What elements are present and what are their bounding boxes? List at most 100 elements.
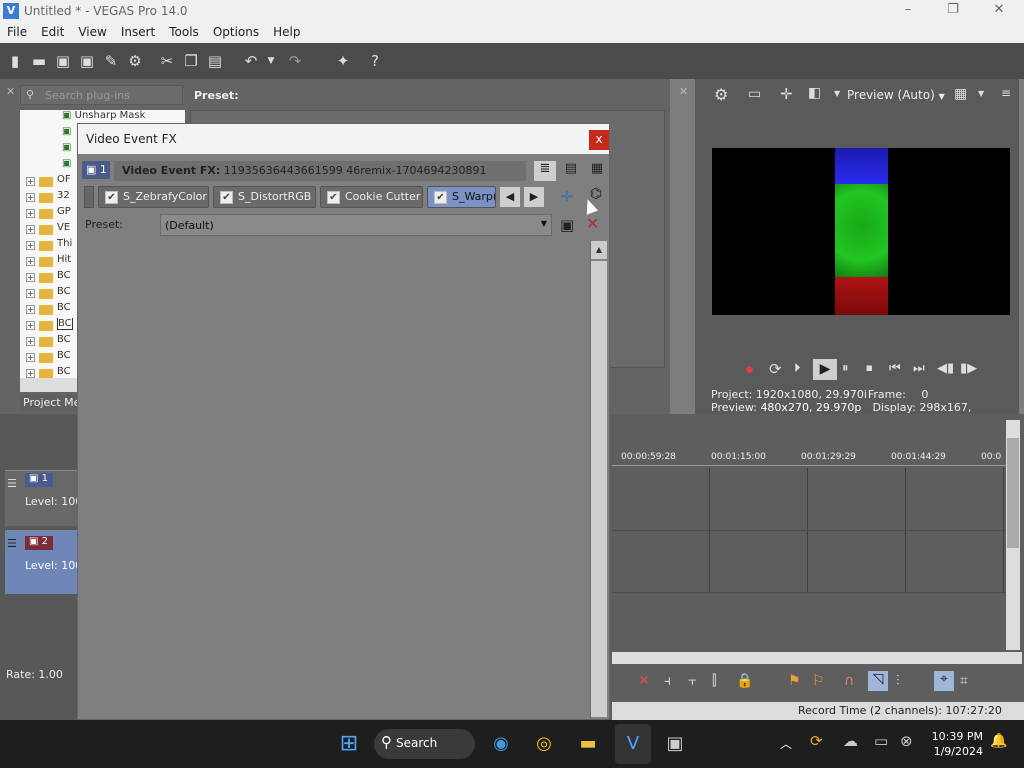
tray-sync-icon[interactable]: ⟳	[810, 732, 823, 750]
delete-icon[interactable]: ✕	[638, 673, 650, 689]
clock[interactable]: 10:39 PM 1/9/2024	[928, 729, 983, 759]
region-icon[interactable]: ⚐	[812, 673, 825, 689]
scroll-fx-left-icon[interactable]: ◀	[500, 187, 520, 207]
track-header-2[interactable]: ☰ ▣ 2 Level: 100	[5, 530, 82, 594]
edge-preview-icon[interactable]: ◉	[485, 728, 517, 760]
scroll-up-icon[interactable]: ▲	[591, 241, 607, 259]
plugin-manager-icon[interactable]: ✦	[334, 52, 352, 70]
undo-history-chevron-icon[interactable]: ▼	[262, 52, 280, 70]
notification-bell-icon[interactable]: 🔔	[990, 733, 1007, 749]
app-window-icon[interactable]: ▣	[659, 728, 691, 760]
track-collapse-icon[interactable]: ☰	[7, 537, 17, 550]
tray-cloud-icon[interactable]: ☁	[843, 732, 858, 750]
checkbox-checked-icon[interactable]: ✔	[105, 190, 118, 204]
save-preset-icon[interactable]: ▣	[560, 216, 574, 234]
preview-quality-dropdown[interactable]: Preview (Auto) ▼	[847, 88, 945, 102]
preset-dropdown[interactable]: (Default) ▼	[160, 214, 552, 236]
tray-chevron-up-icon[interactable]: ︿	[780, 735, 792, 752]
chrome-icon[interactable]: ◎	[528, 728, 560, 760]
delete-preset-icon[interactable]: ✕	[586, 214, 599, 233]
track-level-1[interactable]: Level: 100	[25, 495, 82, 508]
save-icon[interactable]: ▣	[54, 52, 72, 70]
paste-icon[interactable]: ▤	[206, 52, 224, 70]
preview-close-icon[interactable]: ✕	[679, 85, 688, 98]
minimize-button[interactable]: –	[893, 2, 923, 20]
tree-hscrollbar[interactable]	[20, 378, 77, 392]
grouping-icon[interactable]: ⫶	[896, 673, 900, 689]
timeline-ruler[interactable]: 00:00:59:28 00:01:15:00 00:01:29:29 00:0…	[612, 450, 1006, 466]
plugin-search-input[interactable]: Search plug-ins	[20, 85, 183, 105]
play-from-start-icon[interactable]: ⏵	[794, 361, 801, 376]
snap-magnet-icon[interactable]: ∩	[844, 673, 854, 689]
scroll-thumb[interactable]	[591, 261, 607, 717]
fx-chain-plugin-icon[interactable]: ✛	[560, 187, 573, 206]
menu-view[interactable]: View	[71, 23, 113, 39]
envelope-edit-icon[interactable]: ⌗	[960, 673, 968, 689]
play-button[interactable]: ▶	[813, 359, 837, 380]
fx-tab-zebrafy-color[interactable]: ✔ S_ZebrafyColor	[98, 186, 209, 208]
menu-tools[interactable]: Tools	[162, 23, 206, 39]
checkbox-checked-icon[interactable]: ✔	[220, 190, 233, 204]
dialog-vscrollbar[interactable]: ▲	[590, 241, 607, 719]
fx-tab-cookie-cutter[interactable]: ✔ Cookie Cutter	[320, 186, 423, 208]
undo-icon[interactable]: ↶	[242, 52, 260, 70]
view-grid-icon[interactable]: ▦	[586, 161, 608, 181]
preview-settings-gear-icon[interactable]: ⚙	[714, 85, 728, 104]
trim-start-icon[interactable]: ⫞	[664, 673, 671, 689]
help-icon[interactable]: ?	[366, 52, 384, 70]
preview-fx-icon[interactable]: ◧	[808, 85, 821, 101]
go-to-start-icon[interactable]: ⏮	[889, 361, 901, 376]
fx-tab-distort-rgb[interactable]: ✔ S_DistortRGB	[213, 186, 316, 208]
render-icon[interactable]: ✎	[102, 52, 120, 70]
split-screen-icon[interactable]: ✛	[780, 85, 793, 103]
menu-help[interactable]: Help	[266, 23, 307, 39]
new-project-icon[interactable]: ▮	[6, 52, 24, 70]
fx-tab-warp-selected[interactable]: ✔ S_Warp(	[427, 186, 496, 208]
file-explorer-icon[interactable]: ▬	[572, 728, 604, 760]
properties-gear-icon[interactable]: ⚙	[126, 52, 144, 70]
go-to-end-icon[interactable]: ⏭	[913, 361, 925, 376]
vegas-pro-taskbar-icon[interactable]: V	[615, 724, 651, 764]
checkbox-checked-icon[interactable]: ✔	[434, 190, 447, 204]
taskbar-search-box[interactable]: ⚲ Search	[374, 729, 475, 759]
menu-file[interactable]: File	[0, 23, 34, 39]
overlays-chevron-down-icon[interactable]: ▼	[978, 89, 984, 98]
preview-menu-icon[interactable]: ≡	[1001, 86, 1011, 100]
chain-start-handle[interactable]	[84, 186, 94, 208]
start-windows-icon[interactable]: ⊞	[333, 728, 365, 760]
stop-icon[interactable]: ⏹	[866, 361, 873, 376]
cut-icon[interactable]: ✂	[158, 52, 176, 70]
vscroll-thumb[interactable]	[1007, 438, 1019, 548]
menu-insert[interactable]: Insert	[114, 23, 162, 39]
split-icon[interactable]: ⫿	[712, 673, 716, 689]
track-collapse-icon[interactable]: ☰	[7, 477, 17, 490]
view-details-icon[interactable]: ▤	[560, 161, 582, 181]
redo-icon[interactable]: ↷	[286, 52, 304, 70]
tray-network-icon[interactable]: ▭	[874, 732, 888, 750]
previous-frame-icon[interactable]: ◀▮	[937, 361, 954, 376]
track-header-1[interactable]: ☰ ▣ 1 Level: 100	[5, 470, 82, 526]
timeline-hscrollbar[interactable]	[612, 652, 1022, 664]
save-as-icon[interactable]: ▣	[78, 52, 96, 70]
overlays-grid-icon[interactable]: ▦	[954, 86, 967, 102]
external-monitor-icon[interactable]: ▭	[748, 86, 761, 102]
tray-volume-icon[interactable]: ⊗	[900, 732, 913, 750]
fx-chevron-down-icon[interactable]: ▼	[834, 89, 840, 98]
record-icon[interactable]: ⏺	[746, 362, 753, 378]
auto-ripple-icon[interactable]: ◹	[868, 671, 888, 691]
tab-project-media[interactable]: Project Med	[20, 395, 77, 411]
trim-end-icon[interactable]: ⫟	[688, 673, 696, 689]
close-window-button[interactable]: ✕	[984, 2, 1014, 20]
dialog-close-button[interactable]: x	[589, 130, 609, 150]
panel-close-icon[interactable]: ✕	[6, 85, 15, 98]
copy-icon[interactable]: ❐	[182, 52, 200, 70]
menu-edit[interactable]: Edit	[34, 23, 71, 39]
marker-icon[interactable]: ⚑	[788, 673, 801, 689]
menu-options[interactable]: Options	[206, 23, 266, 39]
loop-playback-icon[interactable]: ⟳	[769, 360, 782, 378]
next-frame-icon[interactable]: ▮▶	[960, 361, 977, 376]
track-level-2[interactable]: Level: 100	[25, 559, 82, 572]
open-icon[interactable]: ▬	[30, 52, 48, 70]
view-list-icon[interactable]: ≣	[534, 161, 556, 181]
timeline-vscrollbar[interactable]	[1006, 420, 1020, 650]
